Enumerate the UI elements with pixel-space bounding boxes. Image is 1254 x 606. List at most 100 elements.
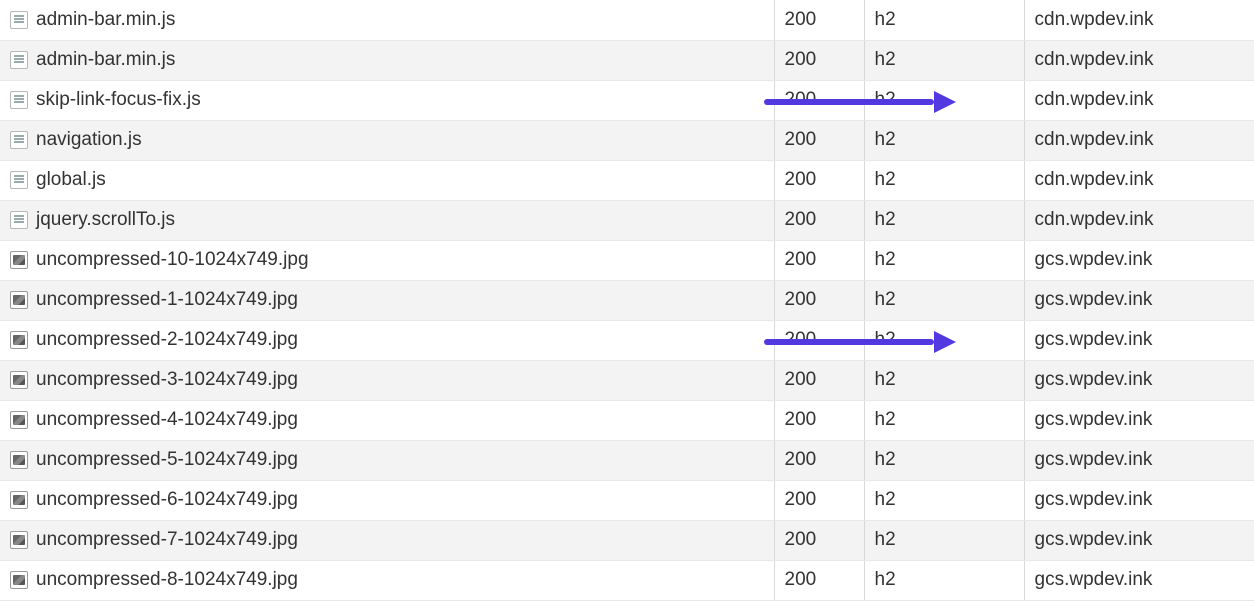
cell-domain: gcs.wpdev.ink — [1024, 440, 1254, 480]
cell-name[interactable]: uncompressed-10-1024x749.jpg — [0, 240, 774, 280]
file-name: global.js — [36, 169, 106, 191]
cell-protocol: h2 — [864, 280, 1024, 320]
script-file-icon — [10, 11, 28, 29]
cell-status: 200 — [774, 200, 864, 240]
cell-status: 200 — [774, 40, 864, 80]
table-row[interactable]: uncompressed-1-1024x749.jpg200h2gcs.wpde… — [0, 280, 1254, 320]
image-file-icon — [10, 531, 28, 549]
image-file-icon — [10, 491, 28, 509]
table-row[interactable]: skip-link-focus-fix.js 200h2cdn.wpdev.ink — [0, 80, 1254, 120]
table-row[interactable]: uncompressed-5-1024x749.jpg200h2gcs.wpde… — [0, 440, 1254, 480]
cell-name[interactable]: uncompressed-5-1024x749.jpg — [0, 440, 774, 480]
cell-name[interactable]: uncompressed-3-1024x749.jpg — [0, 360, 774, 400]
file-name: uncompressed-6-1024x749.jpg — [36, 489, 298, 511]
cell-protocol: h2 — [864, 360, 1024, 400]
cell-status: 200 — [774, 480, 864, 520]
cell-name[interactable]: uncompressed-2-1024x749.jpg — [0, 320, 774, 360]
file-name: admin-bar.min.js — [36, 9, 175, 31]
cell-domain: cdn.wpdev.ink — [1024, 0, 1254, 40]
cell-domain: gcs.wpdev.ink — [1024, 240, 1254, 280]
cell-domain: gcs.wpdev.ink — [1024, 400, 1254, 440]
file-name: skip-link-focus-fix.js — [36, 89, 201, 111]
image-file-icon — [10, 571, 28, 589]
script-file-icon — [10, 171, 28, 189]
cell-name[interactable]: admin-bar.min.js — [0, 40, 774, 80]
table-row[interactable]: uncompressed-3-1024x749.jpg 200h2gcs.wpde… — [0, 360, 1254, 400]
cell-protocol: h2 — [864, 40, 1024, 80]
cell-name[interactable]: skip-link-focus-fix.js — [0, 80, 774, 120]
script-file-icon — [10, 131, 28, 149]
cell-status: 200 — [774, 320, 864, 360]
table-row[interactable]: admin-bar.min.js 200h2cdn.wpdev.ink — [0, 40, 1254, 80]
table-row[interactable]: uncompressed-4-1024x749.jpg200h2gcs.wpde… — [0, 400, 1254, 440]
cell-protocol: h2 — [864, 520, 1024, 560]
file-name: uncompressed-3-1024x749.jpg — [36, 369, 298, 391]
script-file-icon — [10, 51, 28, 69]
cell-protocol: h2 — [864, 160, 1024, 200]
cell-name[interactable]: jquery.scrollTo.js — [0, 200, 774, 240]
network-panel: admin-bar.min.js200h2cdn.wpdev.inkadmin-… — [0, 0, 1254, 606]
table-row[interactable]: uncompressed-8-1024x749.jpg 200h2gcs.wpde… — [0, 560, 1254, 600]
table-row[interactable]: global.js 200h2cdn.wpdev.ink — [0, 160, 1254, 200]
cell-name[interactable]: uncompressed-1-1024x749.jpg — [0, 280, 774, 320]
cell-protocol: h2 — [864, 560, 1024, 600]
script-file-icon — [10, 211, 28, 229]
image-file-icon — [10, 291, 28, 309]
cell-status: 200 — [774, 440, 864, 480]
table-row[interactable]: uncompressed-7-1024x749.jpg200h2gcs.wpde… — [0, 520, 1254, 560]
cell-protocol: h2 — [864, 440, 1024, 480]
cell-status: 200 — [774, 560, 864, 600]
cell-status: 200 — [774, 160, 864, 200]
image-file-icon — [10, 331, 28, 349]
cell-protocol: h2 — [864, 0, 1024, 40]
cell-status: 200 — [774, 80, 864, 120]
cell-name[interactable]: global.js — [0, 160, 774, 200]
cell-status: 200 — [774, 240, 864, 280]
image-file-icon — [10, 411, 28, 429]
table-row[interactable]: uncompressed-2-1024x749.jpg 200h2gcs.wpde… — [0, 320, 1254, 360]
cell-domain: gcs.wpdev.ink — [1024, 320, 1254, 360]
file-name: uncompressed-1-1024x749.jpg — [36, 289, 298, 311]
table-row[interactable]: uncompressed-6-1024x749.jpg 200h2gcs.wpde… — [0, 480, 1254, 520]
table-row[interactable]: admin-bar.min.js 200h2cdn.wpdev.ink — [0, 0, 1254, 40]
cell-domain: cdn.wpdev.ink — [1024, 120, 1254, 160]
cell-name[interactable]: uncompressed-8-1024x749.jpg — [0, 560, 774, 600]
cell-domain: cdn.wpdev.ink — [1024, 80, 1254, 120]
cell-name[interactable]: navigation.js — [0, 120, 774, 160]
file-name: jquery.scrollTo.js — [36, 209, 175, 231]
table-row[interactable]: uncompressed-10-1024x749.jpg 200h2gcs.wpd… — [0, 240, 1254, 280]
cell-domain: gcs.wpdev.ink — [1024, 520, 1254, 560]
table-row[interactable]: jquery.scrollTo.js 200h2cdn.wpdev.ink — [0, 200, 1254, 240]
cell-protocol: h2 — [864, 120, 1024, 160]
cell-protocol: h2 — [864, 320, 1024, 360]
cell-protocol: h2 — [864, 480, 1024, 520]
file-name: navigation.js — [36, 129, 142, 151]
file-name: uncompressed-8-1024x749.jpg — [36, 569, 298, 591]
cell-domain: cdn.wpdev.ink — [1024, 40, 1254, 80]
cell-protocol: h2 — [864, 200, 1024, 240]
cell-name[interactable]: uncompressed-7-1024x749.jpg — [0, 520, 774, 560]
cell-domain: cdn.wpdev.ink — [1024, 200, 1254, 240]
cell-status: 200 — [774, 120, 864, 160]
cell-domain: gcs.wpdev.ink — [1024, 560, 1254, 600]
cell-domain: cdn.wpdev.ink — [1024, 160, 1254, 200]
cell-name[interactable]: uncompressed-6-1024x749.jpg — [0, 480, 774, 520]
cell-protocol: h2 — [864, 240, 1024, 280]
cell-status: 200 — [774, 360, 864, 400]
file-name: uncompressed-10-1024x749.jpg — [36, 249, 309, 271]
cell-status: 200 — [774, 280, 864, 320]
script-file-icon — [10, 91, 28, 109]
table-row[interactable]: navigation.js 200h2cdn.wpdev.ink — [0, 120, 1254, 160]
file-name: uncompressed-7-1024x749.jpg — [36, 529, 298, 551]
cell-status: 200 — [774, 0, 864, 40]
image-file-icon — [10, 251, 28, 269]
cell-name[interactable]: uncompressed-4-1024x749.jpg — [0, 400, 774, 440]
cell-domain: gcs.wpdev.ink — [1024, 480, 1254, 520]
file-name: uncompressed-2-1024x749.jpg — [36, 329, 298, 351]
cell-protocol: h2 — [864, 400, 1024, 440]
cell-protocol: h2 — [864, 80, 1024, 120]
cell-name[interactable]: admin-bar.min.js — [0, 0, 774, 40]
file-name: admin-bar.min.js — [36, 49, 175, 71]
image-file-icon — [10, 371, 28, 389]
cell-domain: gcs.wpdev.ink — [1024, 360, 1254, 400]
